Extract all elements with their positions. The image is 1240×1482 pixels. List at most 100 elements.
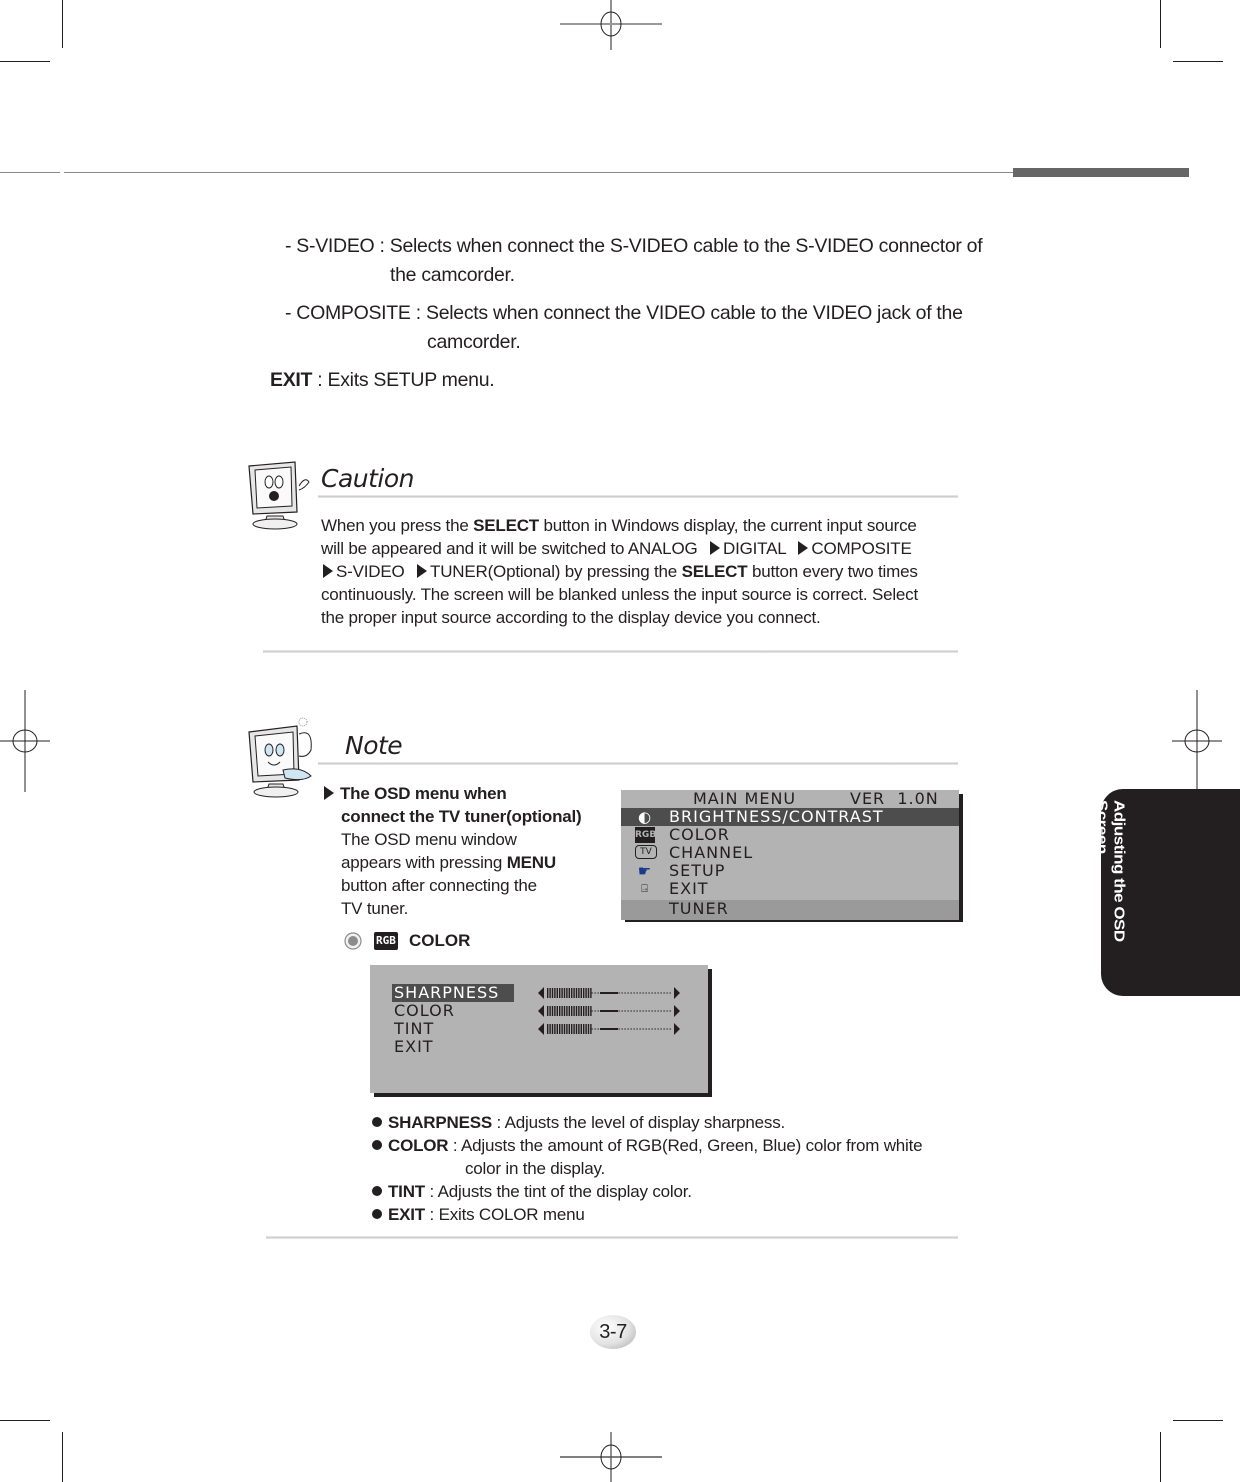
caution-bottom-rule bbox=[263, 650, 958, 653]
triangle-right-icon bbox=[710, 541, 721, 555]
registration-mark-icon bbox=[0, 690, 50, 792]
osd-menu-item-label: TUNER bbox=[669, 899, 729, 918]
osd-menu-item-label: CHANNEL bbox=[669, 843, 754, 862]
slider-right-arrow-icon[interactable] bbox=[674, 987, 680, 999]
desc-text: : Adjusts the tint of the display color. bbox=[424, 1182, 692, 1201]
crop-mark bbox=[0, 61, 50, 62]
exit-desc: : Exits SETUP menu. bbox=[312, 369, 495, 391]
note-heading: The OSD menu when bbox=[320, 782, 610, 805]
caution-line: the proper input source according to the… bbox=[321, 608, 821, 627]
desc-color: COLOR : Adjusts the amount of RGB(Red, G… bbox=[372, 1134, 972, 1157]
level-slider[interactable] bbox=[538, 1004, 680, 1018]
note-text: appears with pressing bbox=[341, 853, 507, 872]
slider-fill bbox=[547, 988, 592, 998]
note-title-rule bbox=[318, 762, 958, 765]
menu-keyword: MENU bbox=[506, 853, 556, 872]
note-paragraph: appears with pressing MENU bbox=[320, 851, 610, 874]
desc-color-cont: color in the display. bbox=[465, 1159, 606, 1178]
registration-mark-icon bbox=[560, 1432, 662, 1482]
svideo-desc: Selects when connect the S-VIDEO cable t… bbox=[389, 235, 983, 257]
desc-text: : Adjusts the amount of RGB(Red, Green, … bbox=[448, 1136, 923, 1155]
slider-left-arrow-icon[interactable] bbox=[538, 987, 544, 999]
triangle-right-icon bbox=[417, 564, 428, 578]
osd-menu-item-color[interactable]: RGB COLOR bbox=[621, 826, 959, 844]
select-keyword: SELECT bbox=[681, 562, 748, 581]
caution-title-rule bbox=[318, 495, 958, 498]
osd-color-menu: SHARPNESS COLOR TINT EXIT bbox=[370, 965, 708, 1093]
osd-color-item-label: SHARPNESS bbox=[392, 984, 514, 1002]
bullet-dot-icon bbox=[372, 1117, 382, 1127]
desc-exit: EXIT : Exits COLOR menu bbox=[372, 1203, 972, 1226]
registration-mark-icon bbox=[1172, 690, 1222, 792]
osd-main-menu-header: MAIN MENU VER 1.0N bbox=[621, 790, 959, 808]
slider-fill bbox=[547, 1006, 592, 1016]
osd-color-item-label: EXIT bbox=[394, 1037, 434, 1056]
slider-right-arrow-icon[interactable] bbox=[674, 1023, 680, 1035]
osd-menu-item-tuner[interactable]: TUNER bbox=[621, 900, 959, 920]
caution-text: DIGITAL bbox=[723, 539, 791, 558]
caution-body: When you press the SELECT button in Wind… bbox=[321, 514, 971, 629]
slider-left-arrow-icon[interactable] bbox=[538, 1005, 544, 1017]
note-body: The OSD menu when connect the TV tuner(o… bbox=[320, 782, 610, 920]
composite-prefix: - COMPOSITE : bbox=[285, 302, 426, 324]
osd-main-menu: MAIN MENU VER 1.0N ◐ BRIGHTNESS/CONTRAST R… bbox=[621, 790, 959, 920]
desc-tint: TINT : Adjusts the tint of the display c… bbox=[372, 1180, 972, 1203]
composite-desc: Selects when connect the VIDEO cable to … bbox=[425, 302, 963, 324]
desc-term: TINT bbox=[388, 1182, 425, 1201]
osd-color-item-color[interactable]: COLOR bbox=[392, 1002, 692, 1020]
osd-menu-item-brightness-contrast[interactable]: ◐ BRIGHTNESS/CONTRAST bbox=[621, 808, 959, 826]
crop-mark bbox=[62, 1432, 63, 1482]
osd-menu-item-exit[interactable]: ⍈ EXIT bbox=[621, 880, 959, 898]
desc-term: SHARPNESS bbox=[388, 1113, 493, 1132]
caution-text: When you press the bbox=[321, 516, 474, 535]
level-slider[interactable] bbox=[538, 1022, 680, 1036]
triangle-right-icon bbox=[323, 564, 333, 578]
crop-mark bbox=[62, 0, 63, 48]
caution-text: will be appeared and it will be switched… bbox=[321, 539, 703, 558]
brightness-icon: ◐ bbox=[637, 808, 653, 826]
slider-left-arrow-icon[interactable] bbox=[538, 1023, 544, 1035]
caution-text: button every two times bbox=[747, 562, 918, 581]
osd-menu-item-label: SETUP bbox=[669, 861, 726, 880]
osd-color-item-exit[interactable]: EXIT bbox=[392, 1038, 692, 1056]
caution-line: When you press the SELECT button in Wind… bbox=[321, 514, 971, 537]
crop-mark bbox=[0, 1420, 50, 1421]
osd-version: VER 1.0N bbox=[850, 789, 939, 808]
osd-main-menu-title: MAIN MENU bbox=[693, 789, 797, 808]
desc-text: : Exits COLOR menu bbox=[425, 1205, 585, 1224]
registration-mark-icon bbox=[560, 0, 662, 50]
svideo-desc-cont: the camcorder. bbox=[390, 264, 515, 286]
chapter-side-tab-label: Adjusting the OSD Screen bbox=[1093, 800, 1128, 942]
caution-line: S-VIDEO TUNER(Optional) by pressing the … bbox=[321, 560, 971, 583]
osd-menu-item-label: BRIGHTNESS/CONTRAST bbox=[669, 807, 884, 826]
osd-menu-item-setup[interactable]: ☛ SETUP bbox=[621, 862, 959, 880]
osd-color-item-tint[interactable]: TINT bbox=[392, 1020, 692, 1038]
monitor-mascot-caution-icon bbox=[248, 461, 310, 530]
exit-term: EXIT bbox=[270, 369, 313, 391]
note-heading-cont: connect the TV tuner(optional) bbox=[341, 807, 582, 826]
caution-text: TUNER(Optional) by pressing the bbox=[430, 562, 682, 581]
slider-fill bbox=[547, 1024, 592, 1034]
caution-text: COMPOSITE bbox=[811, 539, 912, 558]
desc-text: : Adjusts the level of display sharpness… bbox=[492, 1113, 786, 1132]
caution-title: Caution bbox=[321, 464, 415, 493]
caution-text: button in Windows display, the current i… bbox=[539, 516, 917, 535]
color-descriptions: SHARPNESS : Adjusts the level of display… bbox=[372, 1111, 972, 1226]
osd-color-item-sharpness[interactable]: SHARPNESS bbox=[392, 984, 692, 1002]
select-keyword: SELECT bbox=[473, 516, 539, 535]
slider-right-arrow-icon[interactable] bbox=[674, 1005, 680, 1017]
bullet-dot-icon bbox=[372, 1209, 382, 1219]
note-bottom-rule bbox=[266, 1236, 958, 1239]
osd-menu-item-label: EXIT bbox=[669, 879, 709, 898]
osd-menu-item-label: COLOR bbox=[669, 825, 730, 844]
crop-mark bbox=[1160, 1432, 1161, 1482]
osd-menu-item-channel[interactable]: TV CHANNEL bbox=[621, 844, 959, 862]
osd-color-item-label: COLOR bbox=[394, 1001, 455, 1020]
svideo-prefix: - S-VIDEO : bbox=[285, 235, 390, 257]
level-slider[interactable] bbox=[538, 986, 680, 1000]
exit-item: EXIT : Exits SETUP menu. bbox=[270, 366, 495, 395]
page-number: 3-7 bbox=[590, 1315, 636, 1349]
triangle-right-icon bbox=[324, 786, 334, 800]
rgb-icon: RGB bbox=[635, 827, 656, 843]
desc-term: EXIT bbox=[388, 1205, 425, 1224]
